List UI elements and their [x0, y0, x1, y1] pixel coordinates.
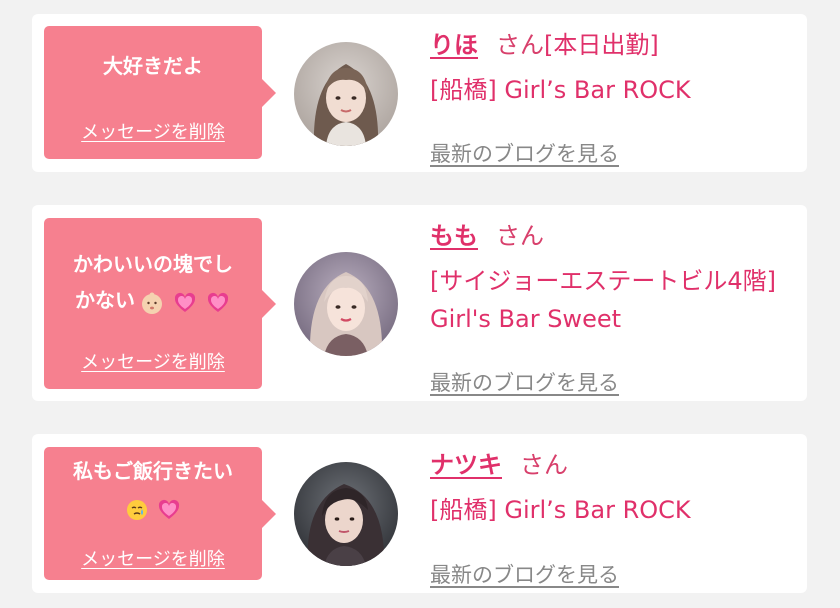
store-name: [船橋] Girl’s Bar ROCK	[430, 496, 691, 524]
message-text: 私もご飯行きたい	[50, 453, 256, 527]
cast-info: りほ さん[本日出勤] [船橋] Girl’s Bar ROCK 最新のブログを見…	[430, 28, 797, 166]
latest-blog-link[interactable]: 最新のブログを見る	[430, 559, 619, 589]
honorific: さん	[520, 451, 568, 479]
crying-face-icon	[126, 500, 147, 520]
honorific: さん	[496, 31, 544, 59]
cast-info: もも さん [サイジョーエステートビル4階] Girl's Bar Sweet 最…	[430, 219, 797, 395]
pink-heart-icon	[159, 499, 180, 519]
message-bubble: 私もご飯行きたい メッセージを削除	[44, 447, 276, 580]
avatar[interactable]	[294, 42, 398, 146]
pink-heart-icon	[174, 292, 196, 312]
cast-name-link[interactable]: りほ	[430, 31, 478, 59]
message-card: 私もご飯行きたい メッセージを削除 ナツキ さん [船橋] Girl’s Bar…	[32, 434, 807, 593]
delete-message-link[interactable]: メッセージを削除	[44, 348, 262, 374]
cast-name-link[interactable]: もも	[430, 222, 478, 250]
avatar[interactable]	[294, 252, 398, 356]
pink-heart-icon	[207, 292, 229, 312]
avatar[interactable]	[294, 462, 398, 566]
message-text-line: かない	[75, 288, 136, 312]
message-bubble: かわいいの塊でし かない メッセージを削除	[44, 218, 276, 389]
honorific: さん	[496, 222, 544, 250]
delete-message-link[interactable]: メッセージを削除	[44, 545, 262, 571]
girl-portrait-3-icon	[294, 462, 398, 566]
latest-blog-link[interactable]: 最新のブログを見る	[430, 138, 619, 168]
delete-message-link[interactable]: メッセージを削除	[44, 118, 262, 144]
message-text: かわいいの塊でし かない	[50, 246, 256, 320]
message-card: 大好きだよ メッセージを削除 りほ さん[本日出勤] [船橋] Girl’s Ba…	[32, 14, 807, 172]
message-card: かわいいの塊でし かない メッセージを削除 もも さん [サイジョーエステートビ…	[32, 205, 807, 401]
cast-name-link[interactable]: ナツキ	[430, 451, 502, 479]
latest-blog-link[interactable]: 最新のブログを見る	[430, 367, 619, 397]
message-text-line: かわいいの塊でし	[73, 252, 233, 276]
work-status: [本日出勤]	[544, 31, 659, 59]
store-name: [船橋] Girl’s Bar ROCK	[430, 76, 691, 104]
message-text: 大好きだよ	[103, 54, 203, 78]
cast-info: ナツキ さん [船橋] Girl’s Bar ROCK 最新のブログを見る	[430, 448, 797, 587]
message-bubble: 大好きだよ メッセージを削除	[44, 26, 276, 159]
store-name: [サイジョーエステートビル4階] Girl's Bar Sweet	[430, 267, 776, 333]
message-text-line: 私もご飯行きたい	[73, 459, 233, 483]
girl-portrait-2-icon	[294, 252, 398, 356]
girl-portrait-1-icon	[294, 42, 398, 146]
baby-face-icon	[142, 292, 163, 314]
